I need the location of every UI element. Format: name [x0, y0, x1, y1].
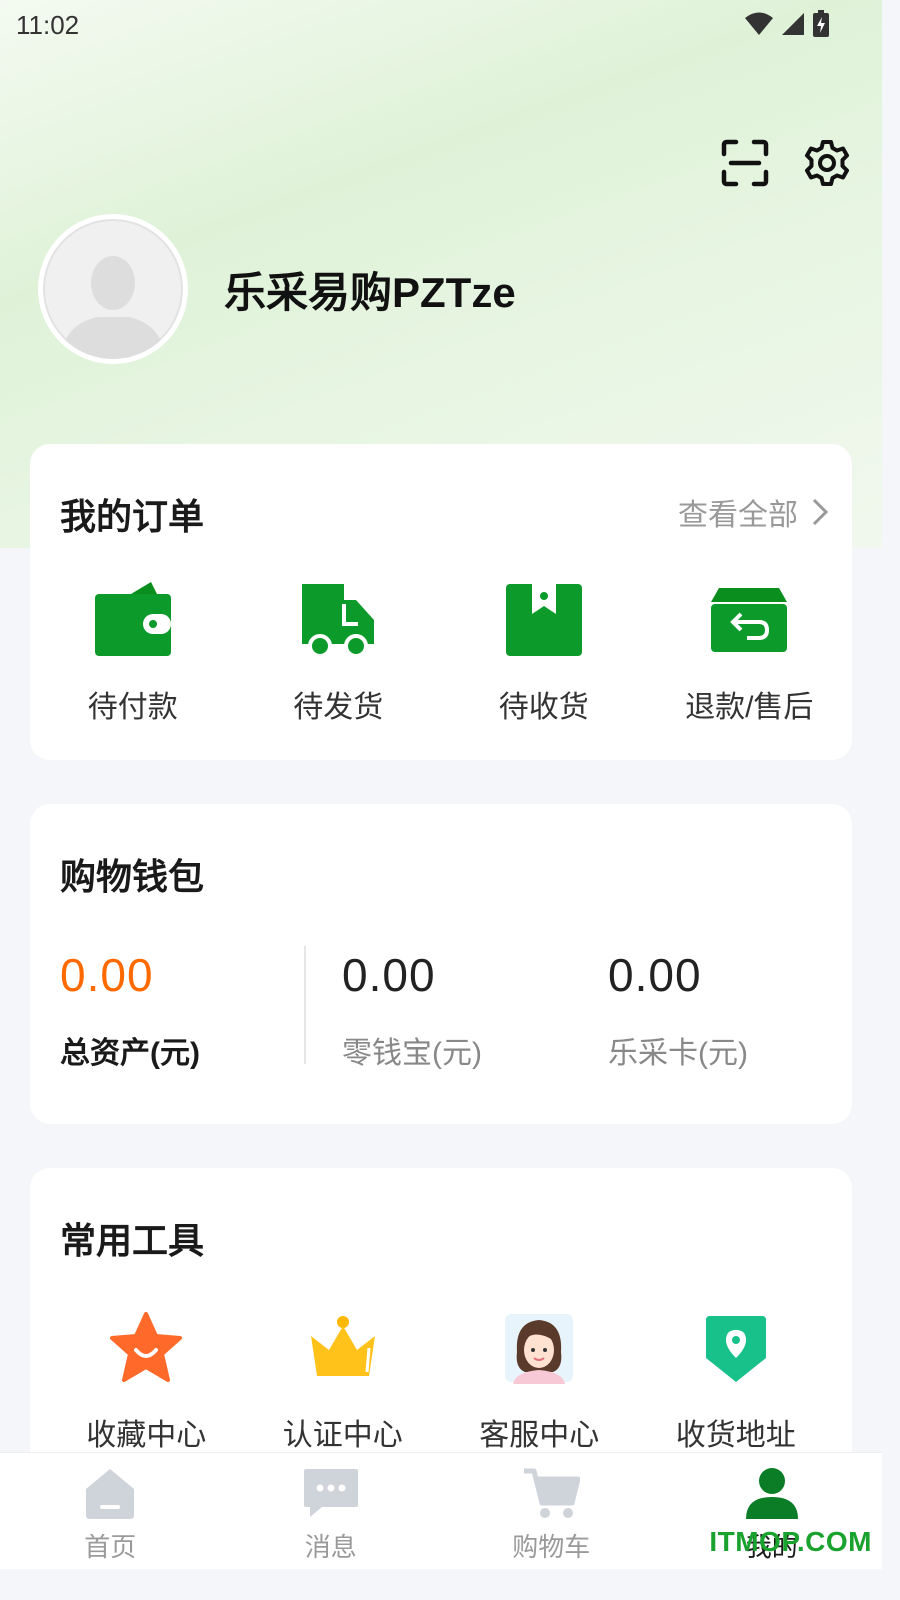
shipping-address-label: 收货地址 [675, 1419, 796, 1452]
default-user-avatar-icon [61, 256, 165, 359]
truck-icon [302, 584, 375, 658]
lecai-card-value: 0.00 [608, 949, 702, 1001]
status-bar: 11:02 [0, 0, 882, 50]
order-pending-shipment[interactable]: 待发货 [236, 580, 442, 726]
order-pending-payment[interactable]: 待付款 [30, 580, 236, 726]
status-icons [744, 10, 830, 38]
header-actions [720, 138, 852, 188]
wifi-icon [745, 12, 773, 35]
avatar[interactable] [38, 214, 188, 364]
order-refund-aftersale[interactable]: 退款/售后 [647, 580, 853, 726]
location-pin-icon [705, 1316, 766, 1382]
favorites-center-label: 收藏中心 [86, 1419, 207, 1452]
customer-service-center-label: 客服中心 [479, 1419, 600, 1452]
order-pending-receipt[interactable]: 待收货 [441, 580, 647, 726]
wallet-divider [304, 946, 306, 1064]
change-treasure-value: 0.00 [342, 949, 436, 1001]
order-pending-shipment-label: 待发货 [293, 691, 384, 724]
status-time: 11:02 [16, 10, 80, 40]
view-all-label: 查看全部 [678, 499, 798, 532]
user-icon [745, 1468, 798, 1519]
order-pending-payment-label: 待付款 [87, 691, 178, 724]
gear-icon [805, 140, 849, 186]
wallet-icon [94, 582, 171, 656]
change-treasure-label: 零钱宝(元) [342, 1037, 482, 1070]
wallet-title: 购物钱包 [60, 856, 205, 897]
chevron-right-icon [812, 498, 828, 526]
watermark: ITMOP.COM [709, 1526, 872, 1557]
settings-button[interactable] [802, 138, 852, 188]
total-assets-label: 总资产(元) [60, 1037, 200, 1070]
shopping-wallet-card: 购物钱包 0.00 总资产(元) 0.00 零钱宝(元) 0.00 乐采卡(元) [30, 804, 852, 1124]
order-status-grid: 待付款 待发货 待收货 退款/售后 [30, 580, 852, 726]
customer-service-center[interactable]: 客服中心 [441, 1308, 638, 1454]
tab-home-label: 首页 [84, 1532, 137, 1562]
return-box-icon [711, 588, 788, 652]
customer-service-avatar-icon [505, 1314, 574, 1384]
tab-messages[interactable]: 消息 [221, 1453, 442, 1569]
cart-icon [524, 1468, 581, 1518]
message-icon [303, 1469, 358, 1517]
view-all-orders-link[interactable]: 查看全部 [678, 490, 828, 534]
verification-center-label: 认证中心 [282, 1419, 403, 1452]
lecai-card[interactable]: 0.00 乐采卡(元) [608, 948, 748, 1072]
order-pending-receipt-label: 待收货 [498, 691, 589, 724]
orders-title: 我的订单 [60, 496, 205, 537]
home-icon [86, 1469, 135, 1519]
tools-grid: 收藏中心 认证中心 客服中心 收货地址 [48, 1308, 834, 1454]
package-icon [505, 584, 582, 656]
tab-home[interactable]: 首页 [0, 1453, 221, 1569]
crown-icon [310, 1316, 375, 1376]
change-treasure[interactable]: 0.00 零钱宝(元) [342, 948, 482, 1072]
tab-cart[interactable]: 购物车 [441, 1453, 662, 1569]
cellular-signal-icon [782, 13, 804, 35]
order-refund-aftersale-label: 退款/售后 [685, 691, 814, 724]
common-tools-card: 常用工具 收藏中心 认证中心 客服中心 收货地址 [30, 1168, 852, 1488]
username[interactable]: 乐采易购PZTze [224, 259, 516, 320]
profile-section: 乐采易购PZTze [38, 214, 516, 364]
scan-button[interactable] [720, 138, 770, 188]
tab-messages-label: 消息 [304, 1532, 357, 1562]
shipping-address[interactable]: 收货地址 [638, 1308, 835, 1454]
total-assets[interactable]: 0.00 总资产(元) [60, 948, 200, 1072]
total-assets-value: 0.00 [60, 949, 154, 1001]
tab-cart-label: 购物车 [512, 1532, 591, 1562]
lecai-card-label: 乐采卡(元) [608, 1037, 748, 1070]
star-icon [110, 1312, 183, 1382]
scan-icon [721, 139, 769, 187]
battery-icon [813, 10, 829, 37]
favorites-center[interactable]: 收藏中心 [48, 1308, 245, 1454]
tools-title: 常用工具 [60, 1220, 205, 1261]
my-orders-card: 我的订单 查看全部 待付款 待发货 待收货 退款/售后 [30, 444, 852, 760]
verification-center[interactable]: 认证中心 [245, 1308, 442, 1454]
